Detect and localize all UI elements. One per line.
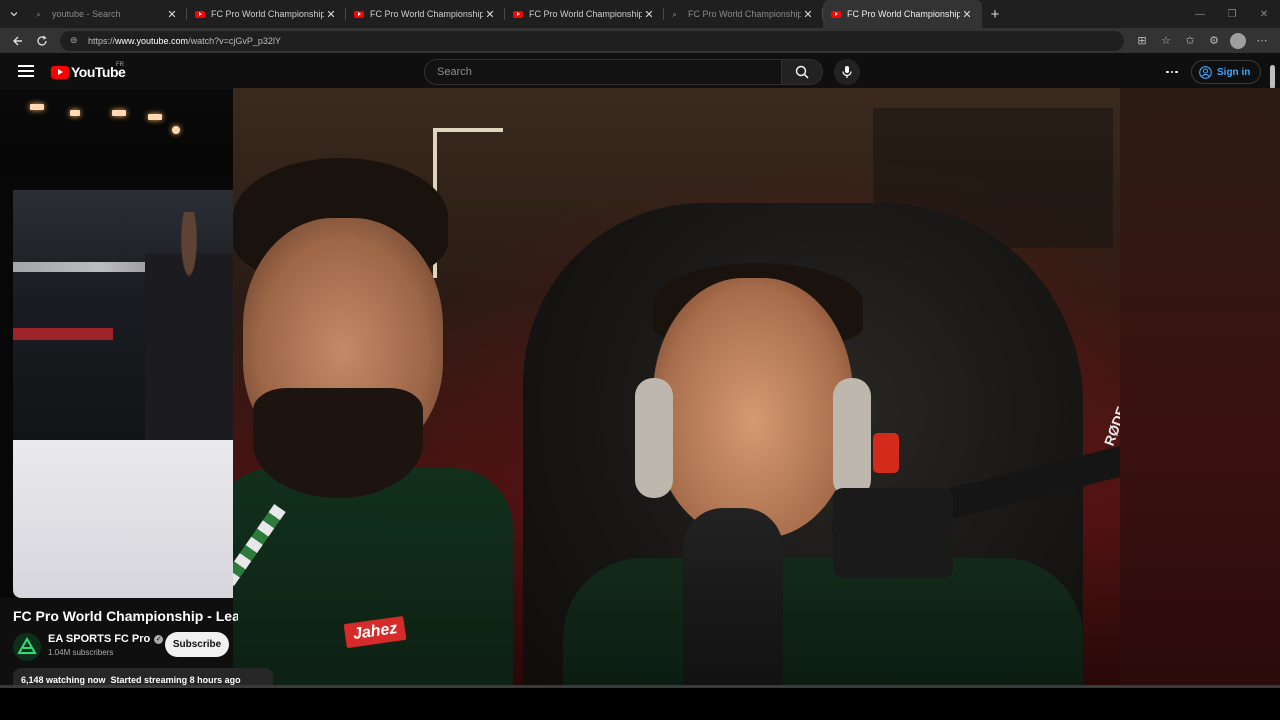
- account-icon: [1199, 65, 1212, 79]
- sign-in-button[interactable]: Sign in: [1191, 60, 1262, 84]
- country-code: FR: [116, 62, 124, 68]
- youtube-icon: [354, 10, 364, 18]
- browser-tab[interactable]: ⌕ FC Pro World Championship - League✕: [664, 0, 823, 28]
- masthead: YouTube FR Sign in: [0, 53, 1280, 90]
- chevron-down-icon: [10, 12, 18, 17]
- channel-name[interactable]: EA SPORTS FC Pro ✓: [48, 633, 164, 645]
- arrow-left-icon: [13, 36, 22, 45]
- stream-background: [1120, 88, 1280, 685]
- tab-title: FC Pro World Championship - League: [847, 9, 960, 19]
- browser-tab[interactable]: FC Pro World Championship - League✕: [505, 0, 664, 28]
- bottom-letterbox: [0, 688, 1280, 720]
- restore-button[interactable]: ❐: [1216, 0, 1248, 28]
- stage-lights: [0, 90, 233, 170]
- tab-search-menu-button[interactable]: [0, 0, 28, 28]
- close-tab-icon[interactable]: ✕: [642, 8, 656, 21]
- microphone-icon: [842, 66, 852, 78]
- youtube-icon: [195, 10, 205, 18]
- close-tab-icon[interactable]: ✕: [483, 8, 497, 21]
- reload-button[interactable]: [30, 30, 54, 52]
- watching-count: 6,148 watching now: [21, 675, 106, 685]
- stream-video[interactable]: Jahez RØDE: [233, 88, 1120, 685]
- mic-mount: [833, 488, 953, 578]
- browser-toolbar: ⊜ https://www.youtube.com/watch?v=cjGvP_…: [0, 28, 1280, 53]
- ea-fc-logo-icon: [13, 633, 41, 661]
- search-box: [424, 59, 823, 85]
- tab-title: FC Pro World Championship - League: [688, 9, 801, 19]
- browser-tab-strip: ⌕ youtube - Search ✕ FC Pro World Champions…: [0, 0, 1280, 28]
- window-controls: — ❐ ✕: [1184, 0, 1280, 28]
- youtube-logo[interactable]: YouTube: [51, 64, 126, 80]
- profile-avatar[interactable]: [1230, 32, 1246, 49]
- guide-menu-icon[interactable]: [18, 65, 34, 77]
- channel-avatar[interactable]: [13, 633, 41, 661]
- search-button[interactable]: [781, 59, 823, 85]
- favorites-add-icon[interactable]: ☆: [1154, 34, 1178, 47]
- reload-icon: [37, 35, 47, 46]
- presenter: [145, 212, 233, 442]
- close-tab-icon[interactable]: ✕: [960, 8, 974, 21]
- youtube-icon: [513, 10, 523, 18]
- tab-title: youtube - Search: [52, 9, 121, 19]
- video-title: FC Pro World Championship - League: [13, 608, 238, 624]
- page-scrollbar[interactable]: [1270, 65, 1275, 89]
- channel-name-text: EA SPORTS FC Pro: [48, 633, 151, 645]
- extensions-icon[interactable]: ⊞: [1130, 34, 1154, 47]
- left-player-beard: [253, 388, 423, 498]
- url-text: https://www.youtube.com/watch?v=cjGvP_p3…: [88, 35, 281, 46]
- headphone-right: [833, 378, 871, 498]
- search-input[interactable]: [424, 59, 781, 85]
- tab-title: FC Pro World Championship - League: [370, 9, 483, 19]
- close-tab-icon[interactable]: ✕: [324, 8, 338, 21]
- mic-mount-red: [873, 433, 899, 473]
- collections-icon[interactable]: ✩: [1178, 34, 1202, 47]
- browser-tab[interactable]: FC Pro World Championship - League✕: [346, 0, 505, 28]
- minimize-button[interactable]: —: [1184, 0, 1216, 28]
- subscriber-count: 1.04M subscribers: [48, 648, 114, 657]
- close-window-button[interactable]: ✕: [1248, 0, 1280, 28]
- search-icon: ⌕: [672, 9, 678, 19]
- search-icon: [795, 65, 809, 79]
- more-menu-icon[interactable]: ⋯: [1250, 34, 1274, 47]
- microphone: [683, 508, 783, 685]
- address-bar[interactable]: ⊜ https://www.youtube.com/watch?v=cjGvP_…: [60, 30, 1124, 51]
- right-player-face: [653, 278, 853, 538]
- browser-tab[interactable]: FC Pro World Championship - League✕: [823, 0, 982, 28]
- voice-search-button[interactable]: [834, 59, 860, 85]
- youtube-icon: [831, 10, 841, 18]
- tab-title: FC Pro World Championship - League: [529, 9, 642, 19]
- settings-menu-icon[interactable]: [1164, 64, 1180, 80]
- browser-settings-icon[interactable]: ⚙: [1202, 34, 1226, 47]
- youtube-logo-icon: [51, 65, 69, 79]
- verified-icon: ✓: [154, 634, 164, 644]
- new-tab-button[interactable]: +: [982, 0, 1008, 28]
- video-player[interactable]: [0, 90, 233, 598]
- close-tab-icon[interactable]: ✕: [801, 8, 815, 21]
- studio-desk: [13, 440, 233, 598]
- browser-tab[interactable]: ⌕ youtube - Search ✕: [28, 0, 187, 28]
- browser-tab[interactable]: FC Pro World Championship - League✕: [187, 0, 346, 28]
- youtube-page: YouTube FR Sign in: [0, 53, 1280, 688]
- back-button[interactable]: [6, 30, 30, 52]
- stream-start-time: Started streaming 8 hours ago: [110, 675, 241, 685]
- site-info-icon[interactable]: ⊜: [70, 35, 84, 46]
- sign-in-label: Sign in: [1217, 66, 1251, 78]
- mic-brand-label: RØDE: [1100, 404, 1120, 448]
- right-player-jersey: [563, 558, 1083, 685]
- subscribe-button[interactable]: Subscribe: [165, 632, 229, 657]
- tab-title: FC Pro World Championship - League: [211, 9, 324, 19]
- headphone-left: [635, 378, 673, 498]
- studio-scene: [13, 190, 233, 442]
- left-player-jersey: [233, 468, 513, 685]
- close-tab-icon[interactable]: ✕: [165, 8, 179, 21]
- search-icon: ⌕: [36, 9, 42, 19]
